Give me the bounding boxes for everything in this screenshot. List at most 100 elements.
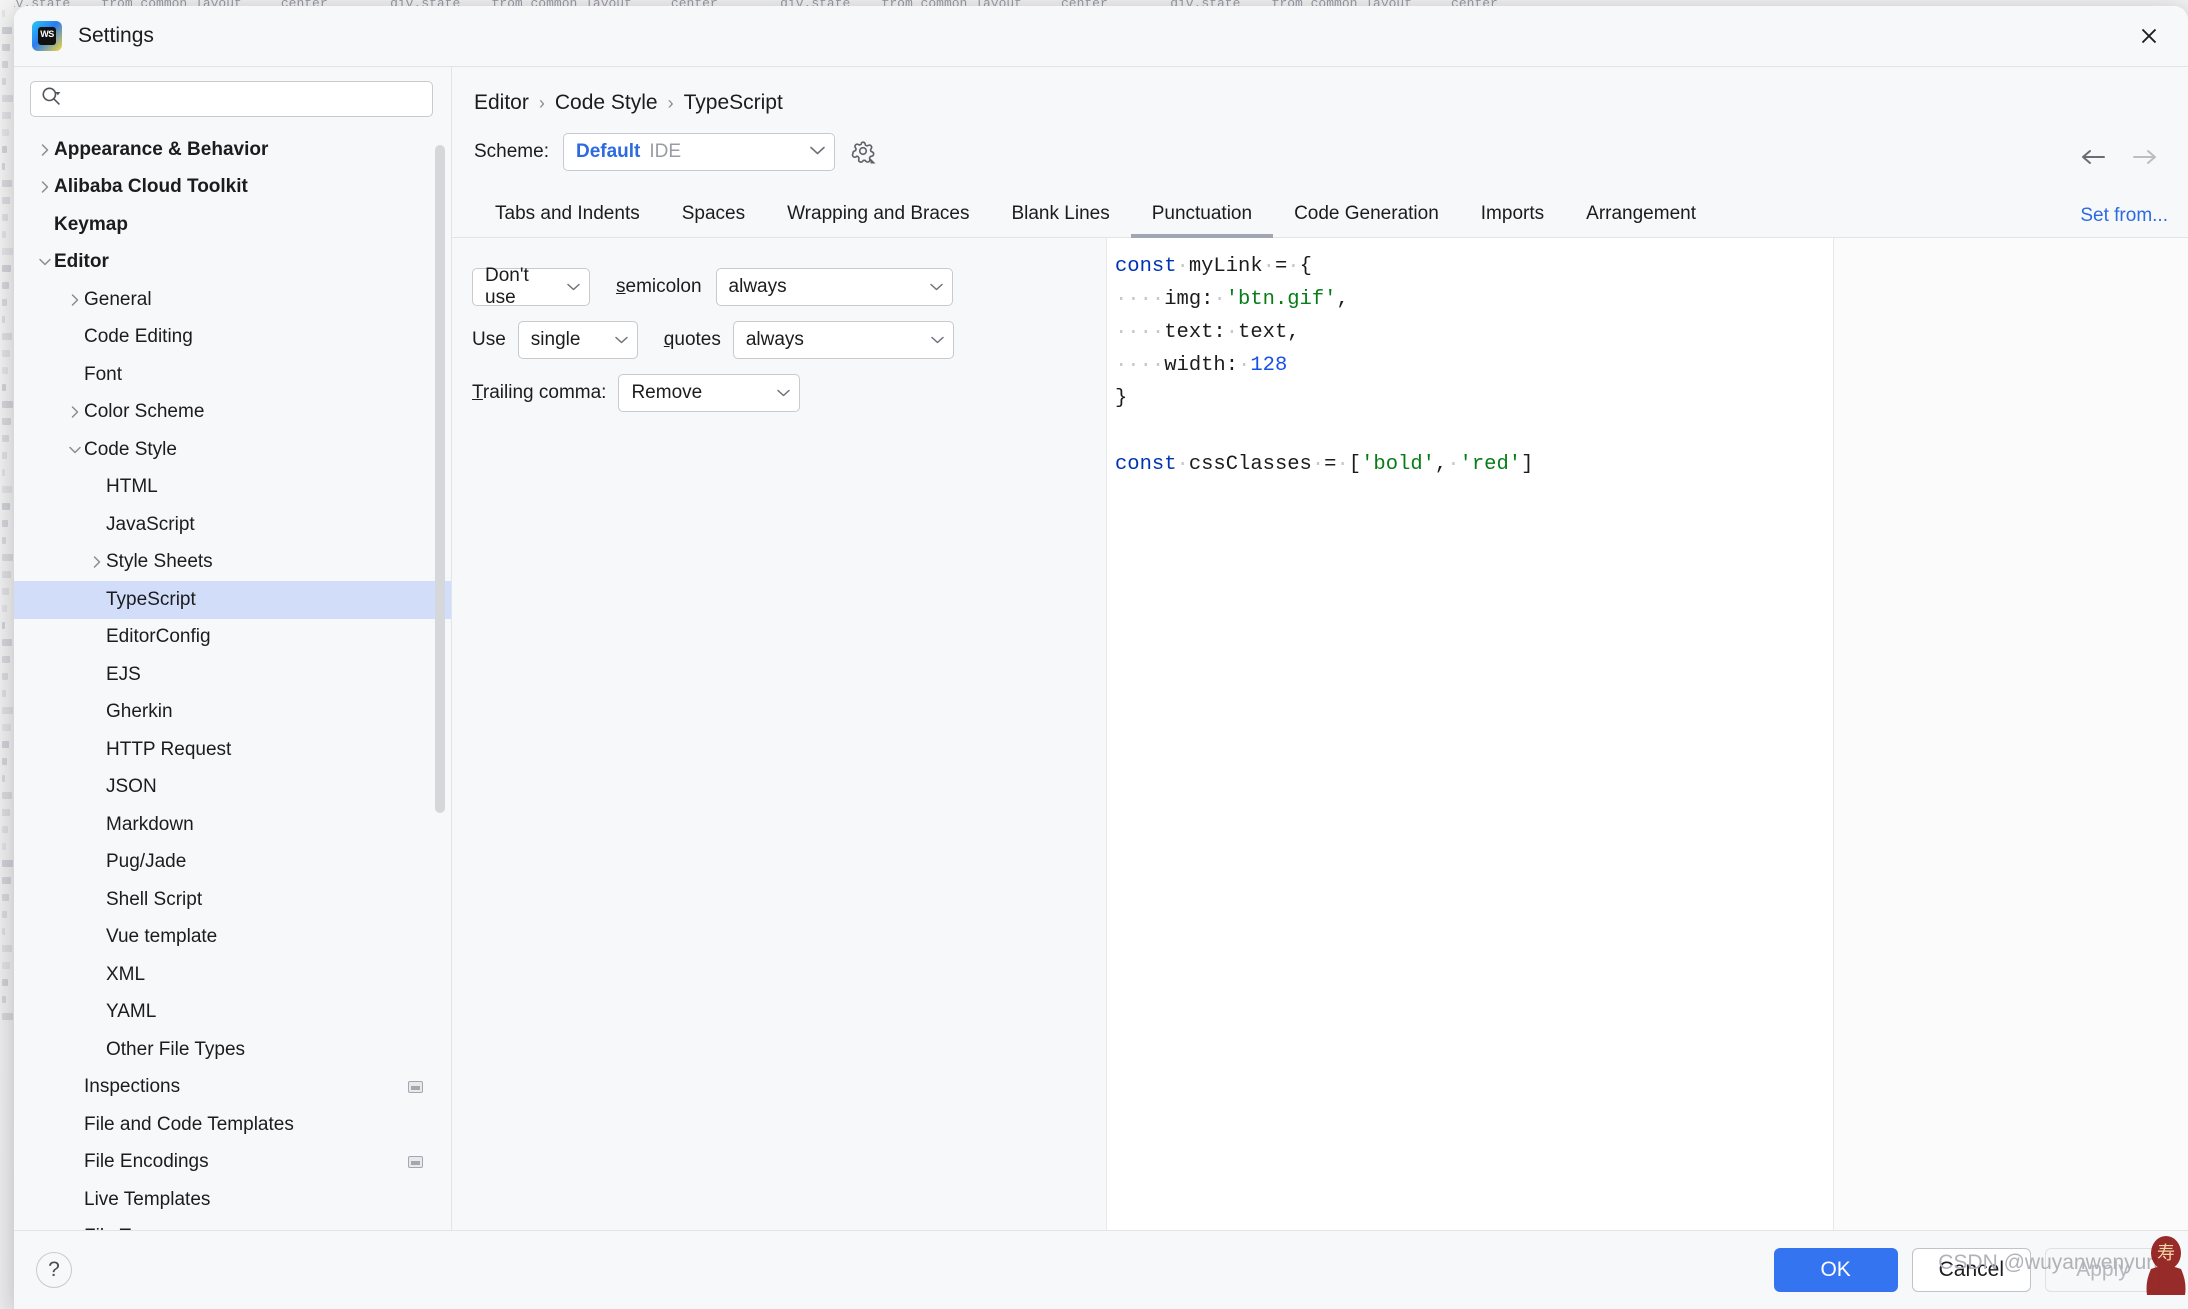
sidebar-item-label: Vue template bbox=[106, 926, 218, 948]
help-icon-glyph: ? bbox=[48, 1258, 60, 1281]
sidebar-item-html[interactable]: HTML bbox=[14, 469, 451, 507]
search-input[interactable] bbox=[70, 89, 422, 109]
sidebar-scrollbar-thumb[interactable] bbox=[435, 145, 445, 813]
sidebar-item-editorconfig[interactable]: EditorConfig bbox=[14, 619, 451, 657]
tab-punctuation[interactable]: Punctuation bbox=[1130, 193, 1274, 238]
background-code-line-fragment bbox=[2, 945, 12, 952]
background-code-line-fragment bbox=[2, 333, 12, 340]
chevron-right-icon[interactable] bbox=[36, 178, 54, 196]
chevron-right-icon[interactable] bbox=[66, 403, 84, 421]
search-box[interactable] bbox=[30, 81, 433, 117]
sidebar-item-color-scheme[interactable]: Color Scheme bbox=[14, 394, 451, 432]
sidebar-item-appearance-behavior[interactable]: Appearance & Behavior bbox=[14, 131, 451, 169]
sidebar-item-yaml[interactable]: YAML bbox=[14, 994, 451, 1032]
background-code-line-fragment bbox=[2, 265, 11, 272]
sidebar-item-font[interactable]: Font bbox=[14, 356, 451, 394]
sidebar-item-file-types[interactable]: File Types bbox=[14, 1219, 451, 1230]
background-code-line-fragment bbox=[2, 690, 6, 697]
tab-wrapping-and-braces[interactable]: Wrapping and Braces bbox=[766, 193, 990, 237]
tab-arrangement[interactable]: Arrangement bbox=[1565, 193, 1717, 237]
sidebar-item-label: File Encodings bbox=[84, 1151, 209, 1173]
tab-blank-lines[interactable]: Blank Lines bbox=[990, 193, 1130, 237]
project-scope-icon bbox=[408, 1156, 423, 1169]
background-code-line-fragment bbox=[2, 469, 5, 476]
cancel-button[interactable]: Cancel bbox=[1911, 1248, 2031, 1292]
settings-sidebar: Appearance & Behavior Alibaba Cloud Toolk… bbox=[14, 67, 452, 1230]
sidebar-item-label: EJS bbox=[106, 663, 141, 685]
tab-imports[interactable]: Imports bbox=[1460, 193, 1565, 237]
arrow-left-icon[interactable] bbox=[2078, 147, 2108, 172]
trailing-comma-select[interactable]: Remove bbox=[618, 374, 801, 412]
chevron-right-icon[interactable] bbox=[88, 553, 106, 571]
background-code-line-fragment bbox=[2, 146, 7, 153]
sidebar-item-inspections[interactable]: Inspections bbox=[14, 1069, 451, 1107]
tab-spaces[interactable]: Spaces bbox=[661, 193, 766, 237]
sidebar-item-file-encodings[interactable]: File Encodings bbox=[14, 1144, 451, 1182]
sidebar-item-keymap[interactable]: Keymap bbox=[14, 206, 451, 244]
sidebar-item-xml[interactable]: XML bbox=[14, 956, 451, 994]
quotes-style-select[interactable]: single bbox=[517, 321, 638, 359]
code-token: ···· bbox=[1115, 288, 1165, 311]
background-code-line-fragment bbox=[2, 792, 12, 799]
ok-button[interactable]: OK bbox=[1773, 1248, 1898, 1292]
semicolon-label-rest: emicolon bbox=[625, 276, 702, 297]
sidebar-item-json[interactable]: JSON bbox=[14, 769, 451, 807]
semicolon-label-mnemonic: s bbox=[616, 276, 626, 297]
tab-code-generation[interactable]: Code Generation bbox=[1273, 193, 1460, 237]
sidebar-item-code-editing[interactable]: Code Editing bbox=[14, 319, 451, 357]
sidebar-item-label: Color Scheme bbox=[84, 401, 205, 423]
breadcrumb-item[interactable]: Editor bbox=[474, 91, 529, 115]
chevron-down-icon[interactable] bbox=[36, 253, 54, 271]
gear-icon[interactable] bbox=[849, 137, 879, 167]
sidebar-item-other-file-types[interactable]: Other File Types bbox=[14, 1031, 451, 1069]
breadcrumb-item[interactable]: TypeScript bbox=[684, 91, 783, 115]
sidebar-item-vue-template[interactable]: Vue template bbox=[14, 919, 451, 957]
code-token: myLink bbox=[1188, 255, 1263, 278]
search-container bbox=[14, 67, 451, 127]
sidebar-scrollbar[interactable] bbox=[435, 127, 445, 1230]
sidebar-item-editor[interactable]: Editor bbox=[14, 244, 451, 282]
background-code-line-fragment bbox=[2, 979, 8, 986]
quotes-when-select[interactable]: always bbox=[732, 321, 954, 359]
sidebar-item-general[interactable]: General bbox=[14, 281, 451, 319]
semicolon-use-select[interactable]: Don't use bbox=[472, 265, 590, 308]
background-code-line-fragment bbox=[2, 61, 8, 68]
help-icon[interactable]: ? bbox=[36, 1252, 72, 1288]
sidebar-item-file-and-code-templates[interactable]: File and Code Templates bbox=[14, 1106, 451, 1144]
sidebar-item-javascript[interactable]: JavaScript bbox=[14, 506, 451, 544]
chevron-down-icon[interactable] bbox=[66, 441, 84, 459]
sidebar-item-http-request[interactable]: HTTP Request bbox=[14, 731, 451, 769]
sidebar-item-gherkin[interactable]: Gherkin bbox=[14, 694, 451, 732]
code-token: · bbox=[1287, 255, 1300, 278]
code-token: [ bbox=[1348, 453, 1362, 476]
sidebar-item-label: Appearance & Behavior bbox=[54, 138, 269, 160]
breadcrumb-item[interactable]: Code Style bbox=[555, 91, 658, 115]
semicolon-row: Don't use semicolon always bbox=[472, 265, 1106, 308]
background-code-line-fragment bbox=[2, 911, 7, 918]
sidebar-item-code-style[interactable]: Code Style bbox=[14, 431, 451, 469]
settings-tree: Appearance & Behavior Alibaba Cloud Toolk… bbox=[14, 127, 451, 1230]
sidebar-item-pug-jade[interactable]: Pug/Jade bbox=[14, 844, 451, 882]
sidebar-item-style-sheets[interactable]: Style Sheets bbox=[14, 544, 451, 582]
preview-right-region bbox=[1834, 238, 2188, 1230]
code-token: · bbox=[1262, 255, 1275, 278]
tab-tabs-and-indents[interactable]: Tabs and Indents bbox=[474, 193, 661, 237]
sidebar-item-typescript[interactable]: TypeScript bbox=[14, 581, 451, 619]
arrow-right-icon[interactable] bbox=[2130, 147, 2160, 172]
code-preview-pane[interactable]: const·myLink·=·{····img:·'btn.gif', ····t… bbox=[1107, 238, 1834, 1230]
chevron-right-icon[interactable] bbox=[66, 291, 84, 309]
chevron-down-icon bbox=[809, 143, 826, 161]
sidebar-item-alibaba-cloud-toolkit[interactable]: Alibaba Cloud Toolkit bbox=[14, 169, 451, 207]
background-code-line-fragment bbox=[2, 826, 8, 833]
sidebar-item-live-templates[interactable]: Live Templates bbox=[14, 1181, 451, 1219]
sidebar-item-markdown[interactable]: Markdown bbox=[14, 806, 451, 844]
background-code-line-fragment bbox=[2, 877, 11, 884]
semicolon-when-select[interactable]: always bbox=[715, 268, 953, 306]
trailing-comma-label-rest: railing comma: bbox=[482, 382, 607, 403]
close-icon[interactable] bbox=[2134, 21, 2164, 51]
semicolon-label: semicolon bbox=[616, 276, 702, 298]
sidebar-item-shell-script[interactable]: Shell Script bbox=[14, 881, 451, 919]
scheme-select[interactable]: Default IDE bbox=[562, 133, 835, 171]
chevron-right-icon[interactable] bbox=[36, 141, 54, 159]
sidebar-item-ejs[interactable]: EJS bbox=[14, 656, 451, 694]
